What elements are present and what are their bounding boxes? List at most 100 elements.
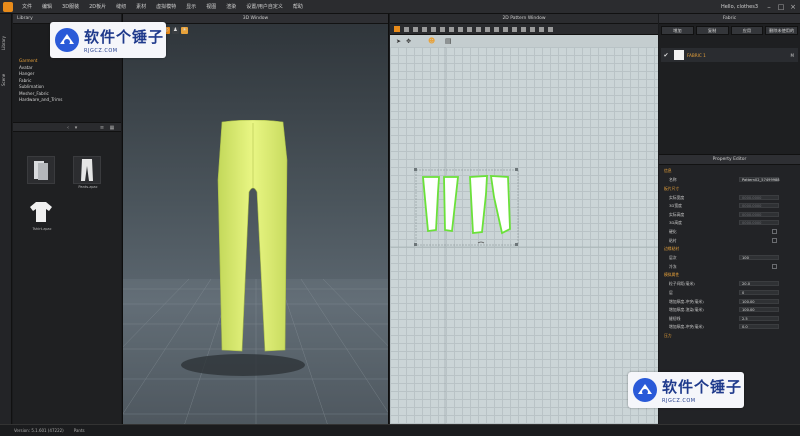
property-row: 3D宽度 0000.0000 — [659, 202, 800, 209]
menu-item[interactable]: 2D板片 — [84, 3, 111, 10]
property-row: 层次 100 — [659, 254, 800, 261]
menu-item[interactable]: 显示 — [181, 3, 201, 10]
library-thumb-pants[interactable]: Pants.zpac — [73, 156, 103, 190]
property-editor-header: Property Editor — [659, 155, 800, 165]
watermark-title: 软件个锤子 — [662, 378, 743, 396]
app-logo-icon — [3, 1, 13, 12]
watermark-bottom: 软件个锤子 RJGCZ.COM — [628, 372, 744, 408]
property-row: 粘衬 — [659, 237, 800, 244]
minimize-icon[interactable]: – — [764, 2, 774, 12]
menu-item[interactable]: 素材 — [131, 3, 151, 10]
menu-item[interactable]: 视图 — [201, 3, 221, 10]
user-greeting[interactable]: Hello, clothes3 — [721, 4, 764, 10]
menu-item[interactable]: 虚拟模特 — [151, 3, 181, 10]
menu-item[interactable]: 文件 — [17, 3, 37, 10]
menu-item[interactable]: 渲染 — [221, 3, 241, 10]
library-thumb-tshirt[interactable]: Tshirt.zpac — [27, 198, 57, 232]
property-value-field[interactable]: 2.5 — [739, 315, 779, 321]
library-list-item[interactable]: Hardware_and_Trims — [19, 97, 62, 104]
delete-unused-button[interactable]: 删除未使用的 — [765, 26, 798, 35]
apply-fabric-button[interactable]: 应用 — [730, 26, 764, 35]
property-value-field[interactable]: 0000.0000 — [739, 203, 779, 209]
library-list: Garment Avatar Hanger Fabric Sublimation Mesh… — [19, 58, 62, 104]
property-row: 增加厚度-渲染(毫米) 100.00 — [659, 306, 800, 313]
3d-window[interactable]: 3D Window ◐ ♟ ☀ — [122, 14, 389, 424]
property-value-field[interactable]: 20.0 — [739, 281, 779, 287]
menu-item[interactable]: 编辑 — [37, 3, 57, 10]
property-label: 3D高度 — [669, 220, 682, 226]
scene-name: Pants — [73, 428, 85, 433]
folder-icon — [27, 156, 55, 184]
property-value-field[interactable]: 100.00 — [739, 298, 779, 304]
fabric-panel: Fabric 增加 复制 应用 删除未使用的 ✔ FABRIC 1 M — [659, 14, 800, 154]
close-icon[interactable]: × — [788, 2, 798, 12]
property-row: 名称 Pattern02_57499988 — [659, 176, 800, 183]
2d-grid[interactable] — [390, 47, 658, 424]
watermark-logo-icon — [55, 28, 79, 52]
layout-icon[interactable]: ▤ — [445, 37, 452, 45]
property-value-field[interactable]: 0000.0000 — [739, 220, 779, 226]
property-label: 3D宽度 — [669, 203, 682, 209]
tshirt-icon — [27, 198, 55, 226]
tab-scene[interactable]: Scene — [1, 70, 11, 90]
2d-view-toolbar: ➤ ✥ ☻ ▤ — [390, 35, 658, 47]
transform-tool-icon[interactable]: ✥ — [406, 38, 411, 45]
library-grid: Pants.zpac Tshirt.zpac — [13, 132, 121, 424]
tab-library[interactable]: Library — [1, 32, 11, 54]
dropdown-icon[interactable]: ▾ — [73, 125, 79, 131]
back-icon[interactable]: ‹ — [65, 125, 71, 131]
2d-pattern-window[interactable]: 2D Pattern Window ➤ ✥ ☻ ▤ — [390, 14, 658, 424]
menu-item[interactable]: 3D服装 — [57, 3, 84, 10]
property-row: 板片尺寸 — [659, 185, 800, 192]
check-icon: ✔ — [663, 51, 669, 59]
property-section-label: 压力 — [664, 333, 672, 338]
library-toolbar: ‹ ▾ ≡ ▦ — [13, 122, 121, 132]
property-value-field[interactable]: 0000.0000 — [739, 211, 779, 217]
3d-toolbar: ◐ ♟ ☀ — [163, 27, 188, 34]
fabric-header: Fabric — [659, 14, 800, 24]
right-panels: Fabric 增加 复制 应用 删除未使用的 ✔ FABRIC 1 M Prop… — [659, 14, 800, 424]
view-grid-icon[interactable]: ▦ — [109, 125, 115, 131]
view-list-icon[interactable]: ≡ — [99, 125, 105, 131]
3d-pants-garment[interactable] — [213, 120, 293, 360]
property-value-field[interactable]: Pattern02_57499988 — [739, 177, 780, 182]
library-thumb-label: Tshirt.zpac — [32, 227, 52, 231]
property-value-field[interactable]: 0.0 — [739, 324, 779, 330]
copy-fabric-button[interactable]: 复制 — [695, 26, 729, 35]
add-fabric-button[interactable]: 增加 — [661, 26, 694, 35]
fabric-mark: M — [790, 52, 794, 58]
property-section-label: 板片尺寸 — [664, 185, 680, 191]
version-label: Version: 5.1.601 (47222) — [14, 428, 64, 433]
figure-tool-icon[interactable]: ♟ — [172, 27, 179, 34]
property-value-field[interactable]: 100 — [739, 255, 779, 261]
sun-tool-icon[interactable]: ☀ — [181, 27, 188, 34]
property-value-field[interactable]: 100.00 — [739, 307, 779, 313]
menu-item[interactable]: 设置/用户自定义 — [241, 3, 288, 10]
property-label: 名称 — [669, 177, 677, 182]
menu-item[interactable]: 缝纫 — [111, 3, 131, 10]
fabric-swatch — [674, 50, 684, 60]
avatar-view-icon[interactable]: ☻ — [428, 37, 435, 45]
property-label: 硬化 — [669, 229, 677, 234]
library-thumb-folder[interactable] — [27, 156, 57, 190]
property-row: 缝纫线 2.5 — [659, 315, 800, 322]
watermark-url: RJGCZ.COM — [84, 48, 118, 54]
property-label: 粘衬 — [669, 237, 677, 243]
property-checkbox[interactable] — [772, 263, 777, 269]
menu-item[interactable]: 帮助 — [288, 3, 308, 10]
property-checkbox[interactable] — [772, 229, 777, 234]
arrow-tool-icon[interactable]: ➤ — [396, 38, 401, 45]
maximize-icon[interactable]: □ — [776, 2, 786, 12]
property-section-label: 模拟属性 — [664, 272, 680, 278]
property-value-field[interactable]: 0 — [739, 290, 779, 295]
fabric-list-item[interactable]: ✔ FABRIC 1 M — [661, 48, 798, 62]
property-row: 粒子间距(毫米) 20.0 — [659, 280, 800, 287]
2d-window-title: 2D Pattern Window — [390, 14, 658, 24]
property-row: 增加厚度-冲突(毫米) 0.0 — [659, 323, 800, 330]
2d-toolbar — [390, 24, 658, 35]
property-row: 模拟属性 — [659, 271, 800, 278]
property-value-field[interactable]: 0000.0000 — [739, 194, 779, 200]
property-row: 增加厚度-冲突(毫米) 100.00 — [659, 298, 800, 305]
property-checkbox[interactable] — [772, 237, 777, 243]
pants-icon — [73, 156, 101, 184]
